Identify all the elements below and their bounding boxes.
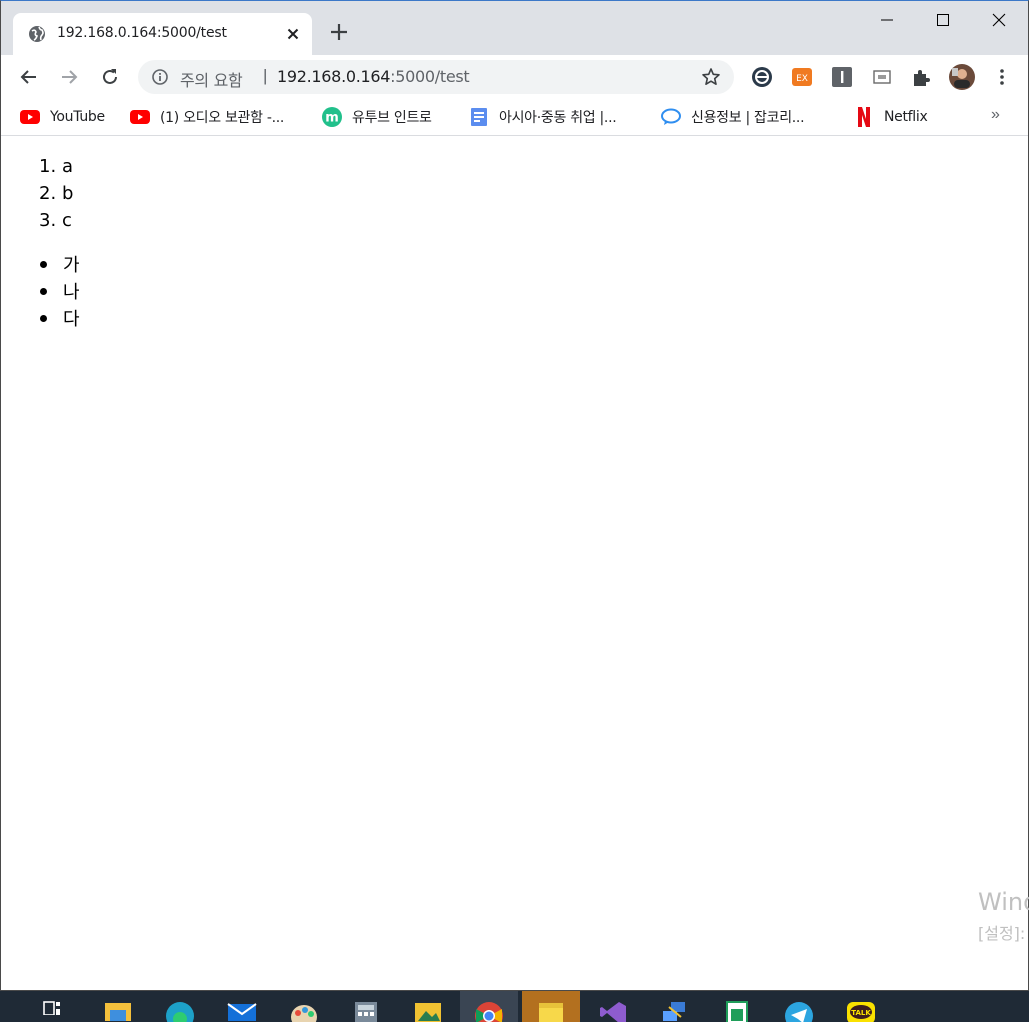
bookmarks-overflow-chevron-icon[interactable]: » bbox=[991, 106, 1000, 124]
bookmark-label: Netflix bbox=[884, 109, 928, 125]
bullet-dot bbox=[40, 261, 47, 268]
image-viewer-icon[interactable] bbox=[399, 991, 457, 1022]
bookmark-youtube-intro[interactable]: m 유투브 인트로 bbox=[322, 107, 432, 127]
youtube-icon bbox=[20, 107, 40, 127]
watermark-line-2: [설정]: bbox=[978, 924, 1026, 943]
chat-bubble-icon bbox=[661, 107, 681, 127]
bookmark-label: YouTube bbox=[50, 109, 105, 125]
svg-text:TALK: TALK bbox=[851, 1009, 871, 1017]
calculator-icon[interactable] bbox=[337, 991, 395, 1022]
bookmark-star-icon[interactable] bbox=[701, 67, 721, 87]
address-bar[interactable]: 주의 요함 | 192.168.0.164:5000/test bbox=[138, 60, 734, 94]
security-warning-label[interactable]: 주의 요함 bbox=[180, 67, 243, 91]
ordered-list: 1. a 2. b 3. c bbox=[39, 155, 73, 236]
back-arrow-icon[interactable] bbox=[16, 64, 42, 90]
unordered-list: 가 나 다 bbox=[39, 254, 80, 335]
youtube-icon bbox=[130, 107, 150, 127]
bookmark-label: (1) 오디오 보관함 -... bbox=[160, 110, 285, 126]
telegram-icon[interactable] bbox=[770, 991, 828, 1022]
spreadsheet-icon[interactable] bbox=[708, 991, 766, 1022]
url-host: 192.168.0.164 bbox=[277, 67, 391, 86]
list-item: 가 bbox=[39, 254, 80, 281]
bookmark-label: 아시아·중동 취업 |... bbox=[499, 110, 617, 126]
browser-window: 192.168.0.164:5000/test 주의 요함 | 192.168.… bbox=[0, 0, 1029, 991]
info-circle-icon[interactable] bbox=[151, 68, 169, 86]
kakaotalk-icon[interactable]: TALK bbox=[832, 991, 890, 1022]
task-view-icon[interactable] bbox=[24, 991, 82, 1022]
mail-icon[interactable] bbox=[213, 991, 271, 1022]
list-item-text: 다 bbox=[63, 309, 80, 330]
extensions-puzzle-icon[interactable] bbox=[911, 66, 933, 88]
bookmark-credit-info[interactable]: 신용정보 | 잡코리... bbox=[661, 107, 805, 127]
extension-screen-icon[interactable] bbox=[871, 66, 893, 88]
bookmark-label: 유투브 인트로 bbox=[352, 110, 432, 126]
m-logo-icon: m bbox=[322, 107, 342, 127]
bullet-dot bbox=[40, 315, 47, 322]
list-item-text: 가 bbox=[63, 255, 80, 276]
tab-strip: 192.168.0.164:5000/test bbox=[1, 1, 1028, 55]
forward-arrow-icon[interactable] bbox=[56, 64, 82, 90]
list-item: 나 bbox=[39, 281, 80, 308]
page-content: 1. a 2. b 3. c 가 나 다 bbox=[1, 141, 1028, 990]
paint-palette-icon[interactable] bbox=[275, 991, 333, 1022]
tab-title: 192.168.0.164:5000/test bbox=[57, 25, 227, 41]
bookmark-label: 신용정보 | 잡코리... bbox=[691, 110, 805, 126]
new-tab-plus-icon[interactable] bbox=[327, 20, 351, 44]
url-path: :5000/test bbox=[390, 67, 470, 86]
list-item-number: 2. bbox=[39, 183, 57, 204]
list-item-text: b bbox=[62, 183, 74, 204]
browser-toolbar: 주의 요함 | 192.168.0.164:5000/test EX bbox=[1, 55, 1028, 99]
chrome-taskbar-icon[interactable] bbox=[460, 991, 518, 1022]
minimize-button[interactable] bbox=[859, 1, 915, 39]
windows-taskbar: TALK bbox=[0, 991, 1029, 1022]
list-item: 다 bbox=[39, 308, 80, 335]
netflix-icon bbox=[854, 107, 874, 127]
svg-text:m: m bbox=[325, 111, 339, 126]
list-item-text: 나 bbox=[63, 282, 80, 303]
edge-browser-icon[interactable] bbox=[151, 991, 209, 1022]
tab-close-icon[interactable] bbox=[283, 24, 303, 44]
active-tab[interactable]: 192.168.0.164:5000/test bbox=[13, 13, 312, 55]
list-item-number: 3. bbox=[39, 210, 57, 231]
svg-text:EX: EX bbox=[796, 74, 808, 84]
bookmark-youtube[interactable]: YouTube bbox=[20, 107, 105, 127]
bookmark-audio-library[interactable]: (1) 오디오 보관함 -... bbox=[130, 107, 284, 127]
watermark-line-1: Wind bbox=[978, 888, 1029, 916]
omnibox-separator: | bbox=[263, 66, 268, 85]
extension-i-icon[interactable] bbox=[831, 66, 853, 88]
reload-icon[interactable] bbox=[97, 64, 123, 90]
windows-activation-watermark: Wind [설정]: bbox=[978, 888, 1029, 943]
sticky-notes-icon[interactable] bbox=[522, 991, 580, 1022]
globe-icon bbox=[28, 25, 46, 43]
list-item: 2. b bbox=[39, 182, 73, 209]
browser-menu-kebab-icon[interactable] bbox=[991, 66, 1013, 88]
network-tool-icon[interactable] bbox=[646, 991, 704, 1022]
bookmark-asia-jobs[interactable]: 아시아·중동 취업 |... bbox=[469, 107, 617, 127]
visual-studio-icon[interactable] bbox=[584, 991, 642, 1022]
maximize-button[interactable] bbox=[915, 1, 971, 39]
extension-ex-icon[interactable]: EX bbox=[791, 66, 813, 88]
list-item: 1. a bbox=[39, 155, 73, 182]
bullet-dot bbox=[40, 288, 47, 295]
close-window-button[interactable] bbox=[971, 1, 1027, 39]
page-icon bbox=[469, 107, 489, 127]
list-item: 3. c bbox=[39, 209, 73, 236]
list-item-text: c bbox=[62, 210, 72, 231]
file-explorer-icon[interactable] bbox=[89, 991, 147, 1022]
extension-e-circle-icon[interactable] bbox=[751, 66, 773, 88]
list-item-number: 1. bbox=[39, 156, 57, 177]
bookmarks-bar: YouTube (1) 오디오 보관함 -... m 유투브 인트로 아시아·중… bbox=[1, 99, 1028, 136]
profile-avatar[interactable] bbox=[948, 63, 976, 91]
url-text[interactable]: 192.168.0.164:5000/test bbox=[277, 67, 470, 86]
list-item-text: a bbox=[62, 156, 74, 177]
bookmark-netflix[interactable]: Netflix bbox=[854, 107, 928, 127]
